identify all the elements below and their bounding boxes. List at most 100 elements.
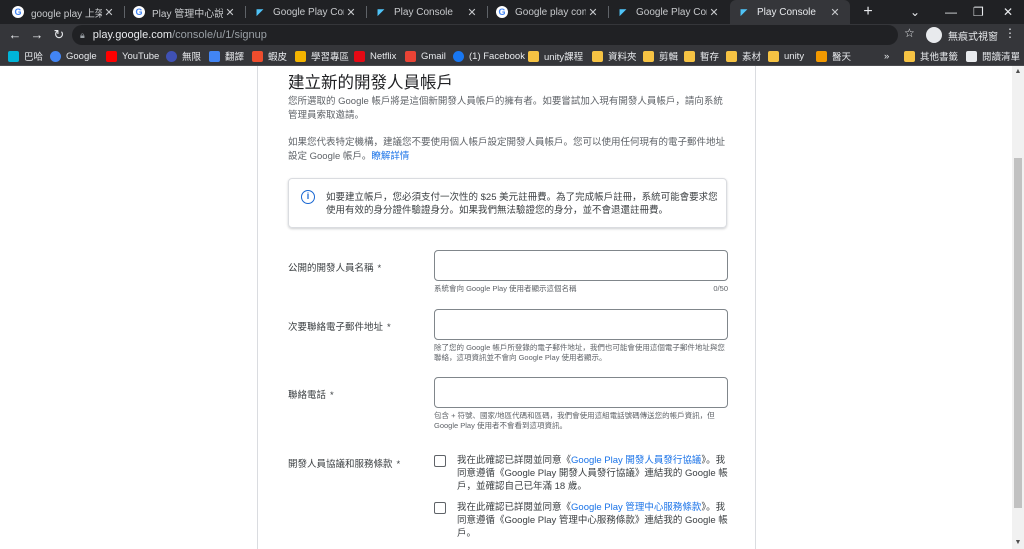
lock-icon: 🔒︎ xyxy=(80,29,85,40)
terms-of-service-checkbox[interactable] xyxy=(434,502,446,514)
tab-google-play-console[interactable]: ◤ Google Play Console ✕ xyxy=(246,0,366,24)
bookmark-folder[interactable]: 素材 xyxy=(726,49,761,63)
close-icon[interactable]: ✕ xyxy=(102,6,116,19)
bookmark-item[interactable]: Google xyxy=(50,49,97,63)
tab-google-play-console-search[interactable]: G Google play console ✕ xyxy=(488,0,608,24)
bookmark-item[interactable]: 巴哈 xyxy=(8,49,43,63)
close-icon[interactable]: ✕ xyxy=(828,6,842,19)
minimize-button[interactable]: — xyxy=(945,0,957,24)
terms-of-service-text: 我在此確認已詳閱並同意《Google Play 管理中心服務條款》。我同意遵循《… xyxy=(457,502,728,539)
bookmark-item[interactable]: YouTube xyxy=(106,49,159,63)
tab-search-icon[interactable]: ⌄ xyxy=(910,0,920,24)
contact-phone-input[interactable] xyxy=(434,377,728,408)
contact-phone-hint: 包含 + 符號、國家/地區代碼和區碼，我們會使用這組電話號碼傳送您的帳戶資訊，但… xyxy=(434,411,715,430)
org-note-text: 如果您代表特定機構，建議您不要使用個人帳戶設定開發人員帳戶。您可以使用任何現有的… xyxy=(288,137,726,162)
play-console-icon: ◤ xyxy=(256,6,264,17)
page-viewport: 建立新的開發人員帳戶 您所選取的 Google 帳戶將是這個新開發人員帳戶的擁有… xyxy=(0,66,1012,549)
signup-form-card: 建立新的開發人員帳戶 您所選取的 Google 帳戶將是這個新開發人員帳戶的擁有… xyxy=(257,66,756,549)
bookmark-item[interactable]: Gmail xyxy=(405,49,446,63)
address-bar[interactable]: 🔒︎ play.google.com/console/u/1/signup xyxy=(72,25,898,45)
tab-play-console-active[interactable]: ◤ Play Console ✕ xyxy=(730,0,850,24)
distribution-agreement-checkbox[interactable] xyxy=(434,455,446,467)
bookmark-item[interactable]: (1) Facebook xyxy=(453,49,525,63)
folder-icon xyxy=(643,50,654,62)
bookmark-item[interactable]: 蝦皮 xyxy=(252,49,287,63)
url-domain: play.google.com xyxy=(92,29,173,41)
tab-play-console[interactable]: ◤ Play Console ✕ xyxy=(367,0,487,24)
bookmark-folder[interactable]: 暫存 xyxy=(684,49,719,63)
youtube-icon xyxy=(106,50,117,62)
fee-info-box: i 如要建立帳戶，您必須支付一次性的 $25 美元註冊費。為了完成帳戶註冊，系統… xyxy=(288,178,727,228)
contact-email-input[interactable] xyxy=(434,309,728,340)
close-icon[interactable]: ✕ xyxy=(707,6,721,19)
google-icon: G xyxy=(496,6,508,18)
developer-name-hint: 系統會向 Google Play 使用者顯示這個名稱 xyxy=(434,284,577,293)
folder-icon xyxy=(684,50,695,62)
learn-more-link[interactable]: 瞭解詳情 xyxy=(371,151,409,162)
close-icon[interactable]: ✕ xyxy=(586,6,600,19)
close-window-button[interactable]: ✕ xyxy=(1003,0,1013,24)
infinity-icon xyxy=(166,50,177,62)
bookmark-item[interactable]: 醫天 xyxy=(816,49,851,63)
bookmark-folder[interactable]: 剪輯 xyxy=(643,49,678,63)
folder-icon xyxy=(528,50,539,62)
page-title: 建立新的開發人員帳戶 xyxy=(288,74,453,92)
info-icon: i xyxy=(301,190,315,204)
back-button[interactable]: ← xyxy=(6,26,24,44)
forward-button[interactable]: → xyxy=(28,26,46,44)
play-console-icon: ◤ xyxy=(619,6,627,17)
tab-strip: G google play 上架 - G ✕ G Play 管理中心說明 ✕ ◤… xyxy=(0,0,1024,24)
new-tab-button[interactable]: + xyxy=(858,2,878,22)
contact-phone-label: 聯絡電話 * xyxy=(288,390,334,401)
incognito-profile-button[interactable]: 無痕式視窗 xyxy=(926,26,998,44)
bookmark-folder[interactable]: unity課程 xyxy=(528,49,583,63)
bookmark-item[interactable]: 翻譯 xyxy=(209,49,244,63)
close-icon[interactable]: ✕ xyxy=(465,6,479,19)
learning-icon xyxy=(295,50,306,62)
bookmark-item[interactable]: 學習專區 xyxy=(295,49,349,63)
shopee-icon xyxy=(252,50,263,62)
bahamut-icon xyxy=(8,50,19,62)
play-console-icon: ◤ xyxy=(740,6,748,17)
bookmarks-overflow-button[interactable]: » xyxy=(884,49,889,63)
tab-google-play-search[interactable]: G google play 上架 - G ✕ xyxy=(4,0,124,24)
scroll-thumb[interactable] xyxy=(1014,158,1022,508)
folder-icon xyxy=(726,50,737,62)
play-console-icon: ◤ xyxy=(377,6,385,17)
facebook-icon xyxy=(453,50,464,62)
menu-icon[interactable]: ⋮ xyxy=(1004,26,1016,40)
terms-label: 開發人員協議和服務條款 * xyxy=(288,459,401,470)
folder-icon xyxy=(768,50,779,62)
reload-button[interactable]: ↻ xyxy=(50,26,68,44)
developer-name-input[interactable] xyxy=(434,250,728,281)
other-bookmarks[interactable]: 其他書籤 xyxy=(904,49,958,63)
terms-of-service-link[interactable]: Google Play 管理中心服務條款 xyxy=(571,502,701,513)
distribution-agreement-link[interactable]: Google Play 開發人員發行協議 xyxy=(571,455,701,466)
fee-info-text: 如要建立帳戶，您必須支付一次性的 $25 美元註冊費。為了完成帳戶註冊，系統可能… xyxy=(326,192,718,216)
page-scrollbar[interactable]: ▲ ▼ xyxy=(1012,66,1024,549)
close-icon[interactable]: ✕ xyxy=(344,6,358,19)
google-icon xyxy=(50,50,61,62)
bookmark-folder[interactable]: unity xyxy=(768,49,804,63)
incognito-icon xyxy=(926,27,942,43)
folder-icon xyxy=(904,50,915,62)
bookmark-star-icon[interactable]: ☆ xyxy=(904,26,915,40)
scroll-up-arrow-icon[interactable]: ▲ xyxy=(1012,66,1024,78)
netflix-icon xyxy=(354,50,365,62)
close-icon[interactable]: ✕ xyxy=(223,6,237,19)
bookmark-item[interactable]: Netflix xyxy=(354,49,396,63)
tab-google-play-console-2[interactable]: ◤ Google Play Console ✕ xyxy=(609,0,729,24)
medical-icon xyxy=(816,50,827,62)
gmail-icon xyxy=(405,50,416,62)
bookmark-item[interactable]: 無限 xyxy=(166,49,201,63)
bookmarks-bar: 巴哈 Google YouTube 無限 翻譯 蝦皮 學習專區 Netflix … xyxy=(0,46,1024,66)
restore-button[interactable]: ❐ xyxy=(973,0,984,24)
reading-list-icon xyxy=(966,50,977,62)
folder-icon xyxy=(592,50,603,62)
developer-name-counter: 0/50 xyxy=(713,284,728,293)
tab-play-help[interactable]: G Play 管理中心說明 ✕ xyxy=(125,0,245,24)
reading-list[interactable]: 閱讀清單 xyxy=(966,49,1020,63)
bookmark-folder[interactable]: 資料夾 xyxy=(592,49,637,63)
google-icon: G xyxy=(133,6,145,18)
scroll-down-arrow-icon[interactable]: ▼ xyxy=(1012,537,1024,549)
